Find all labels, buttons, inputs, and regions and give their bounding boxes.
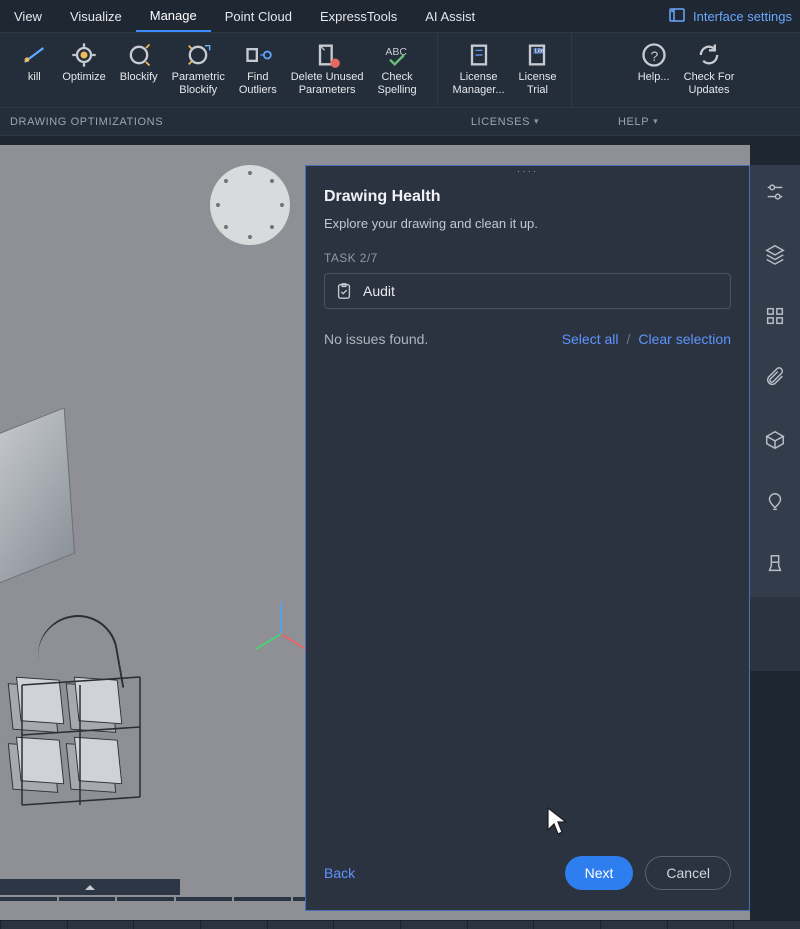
tab-visualize[interactable]: Visualize <box>56 0 136 32</box>
license-trial-icon: Lite <box>523 41 551 69</box>
model-fragment <box>0 407 75 593</box>
ribbon-license-trial[interactable]: Lite License Trial <box>513 39 563 101</box>
tab-point-cloud[interactable]: Point Cloud <box>211 0 306 32</box>
right-tool-rail-lower <box>750 597 800 671</box>
no-issues-text: No issues found. <box>324 331 428 347</box>
ribbon-check-spelling[interactable]: ABC Check Spelling <box>372 39 423 101</box>
overkill-icon <box>20 41 48 69</box>
license-manager-icon <box>465 41 493 69</box>
group-title-licenses[interactable]: LICENSES▾ <box>438 108 572 135</box>
tab-manage[interactable]: Manage <box>136 0 211 32</box>
task-row-audit[interactable]: Audit <box>324 273 731 309</box>
ribbon-delete-unused-parameters[interactable]: Delete Unused Parameters <box>285 39 370 101</box>
ribbon-find-outliers[interactable]: Find Outliers <box>233 39 283 101</box>
optimize-icon <box>70 41 98 69</box>
clear-selection-link[interactable]: Clear selection <box>638 331 731 347</box>
ribbon-parametric-blockify[interactable]: Parametric Blockify <box>166 39 231 101</box>
back-button[interactable]: Back <box>324 865 355 881</box>
settings-sliders-icon[interactable] <box>758 175 792 209</box>
group-title-drawing-opt: DRAWING OPTIMIZATIONS <box>0 108 438 135</box>
view-cube-compass[interactable] <box>210 165 290 245</box>
triangle-up-icon <box>85 885 95 890</box>
panel-icon <box>669 7 685 26</box>
layers-icon[interactable] <box>758 237 792 271</box>
grid-icon[interactable] <box>758 299 792 333</box>
chevron-down-icon: ▾ <box>534 116 539 127</box>
brush-icon[interactable] <box>758 547 792 581</box>
panel-title: Drawing Health <box>324 188 731 206</box>
task-label: Audit <box>363 283 395 299</box>
attachment-icon[interactable] <box>758 361 792 395</box>
blockify-icon <box>125 41 153 69</box>
ribbon-blockify[interactable]: Blockify <box>114 39 164 101</box>
interface-settings-button[interactable]: Interface settings <box>669 0 792 32</box>
cube-edit-icon[interactable] <box>758 423 792 457</box>
task-counter: TASK 2/7 <box>324 251 731 265</box>
cancel-button[interactable]: Cancel <box>645 856 731 890</box>
status-bar <box>0 920 800 929</box>
help-icon: ? <box>640 41 668 69</box>
next-button[interactable]: Next <box>565 856 634 890</box>
parametric-blockify-icon <box>184 41 212 69</box>
find-outliers-icon <box>244 41 272 69</box>
panel-drag-handle[interactable]: ···· <box>306 166 749 176</box>
layout-tab-toggle[interactable] <box>0 879 180 895</box>
ribbon-check-updates[interactable]: Check For Updates <box>678 39 741 101</box>
svg-text:Lite: Lite <box>535 49 544 55</box>
check-spelling-icon: ABC <box>383 41 411 69</box>
check-updates-icon <box>695 41 723 69</box>
clipboard-check-icon <box>335 282 353 300</box>
ribbon-optimize[interactable]: Optimize <box>56 39 111 101</box>
select-all-link[interactable]: Select all <box>562 331 619 347</box>
tab-view[interactable]: View <box>0 0 56 32</box>
panel-subtitle: Explore your drawing and clean it up. <box>324 216 731 231</box>
separator: / <box>627 331 631 347</box>
right-tool-rail <box>750 165 800 597</box>
tab-ai-assist[interactable]: AI Assist <box>411 0 489 32</box>
ribbon: kill Optimize Blockify Parametric Blocki… <box>0 32 800 108</box>
delete-unused-icon <box>313 41 341 69</box>
chevron-down-icon: ▾ <box>653 116 658 127</box>
main-area: ···· Drawing Health Explore your drawing… <box>0 145 800 920</box>
balloon-icon[interactable] <box>758 485 792 519</box>
tab-expresstools[interactable]: ExpressTools <box>306 0 411 32</box>
group-title-help[interactable]: HELP▾ <box>572 108 800 135</box>
ribbon-group-titles: DRAWING OPTIMIZATIONS LICENSES▾ HELP▾ <box>0 108 800 136</box>
drawing-health-panel: ···· Drawing Health Explore your drawing… <box>305 165 750 911</box>
svg-text:?: ? <box>650 48 658 64</box>
ribbon-overkill[interactable]: kill <box>14 39 54 101</box>
ribbon-license-manager[interactable]: License Manager... <box>447 39 511 101</box>
ribbon-help[interactable]: ? Help... <box>632 39 676 101</box>
main-tabs: View Visualize Manage Point Cloud Expres… <box>0 0 800 32</box>
interface-settings-label: Interface settings <box>693 9 792 24</box>
model-frame <box>10 615 170 815</box>
